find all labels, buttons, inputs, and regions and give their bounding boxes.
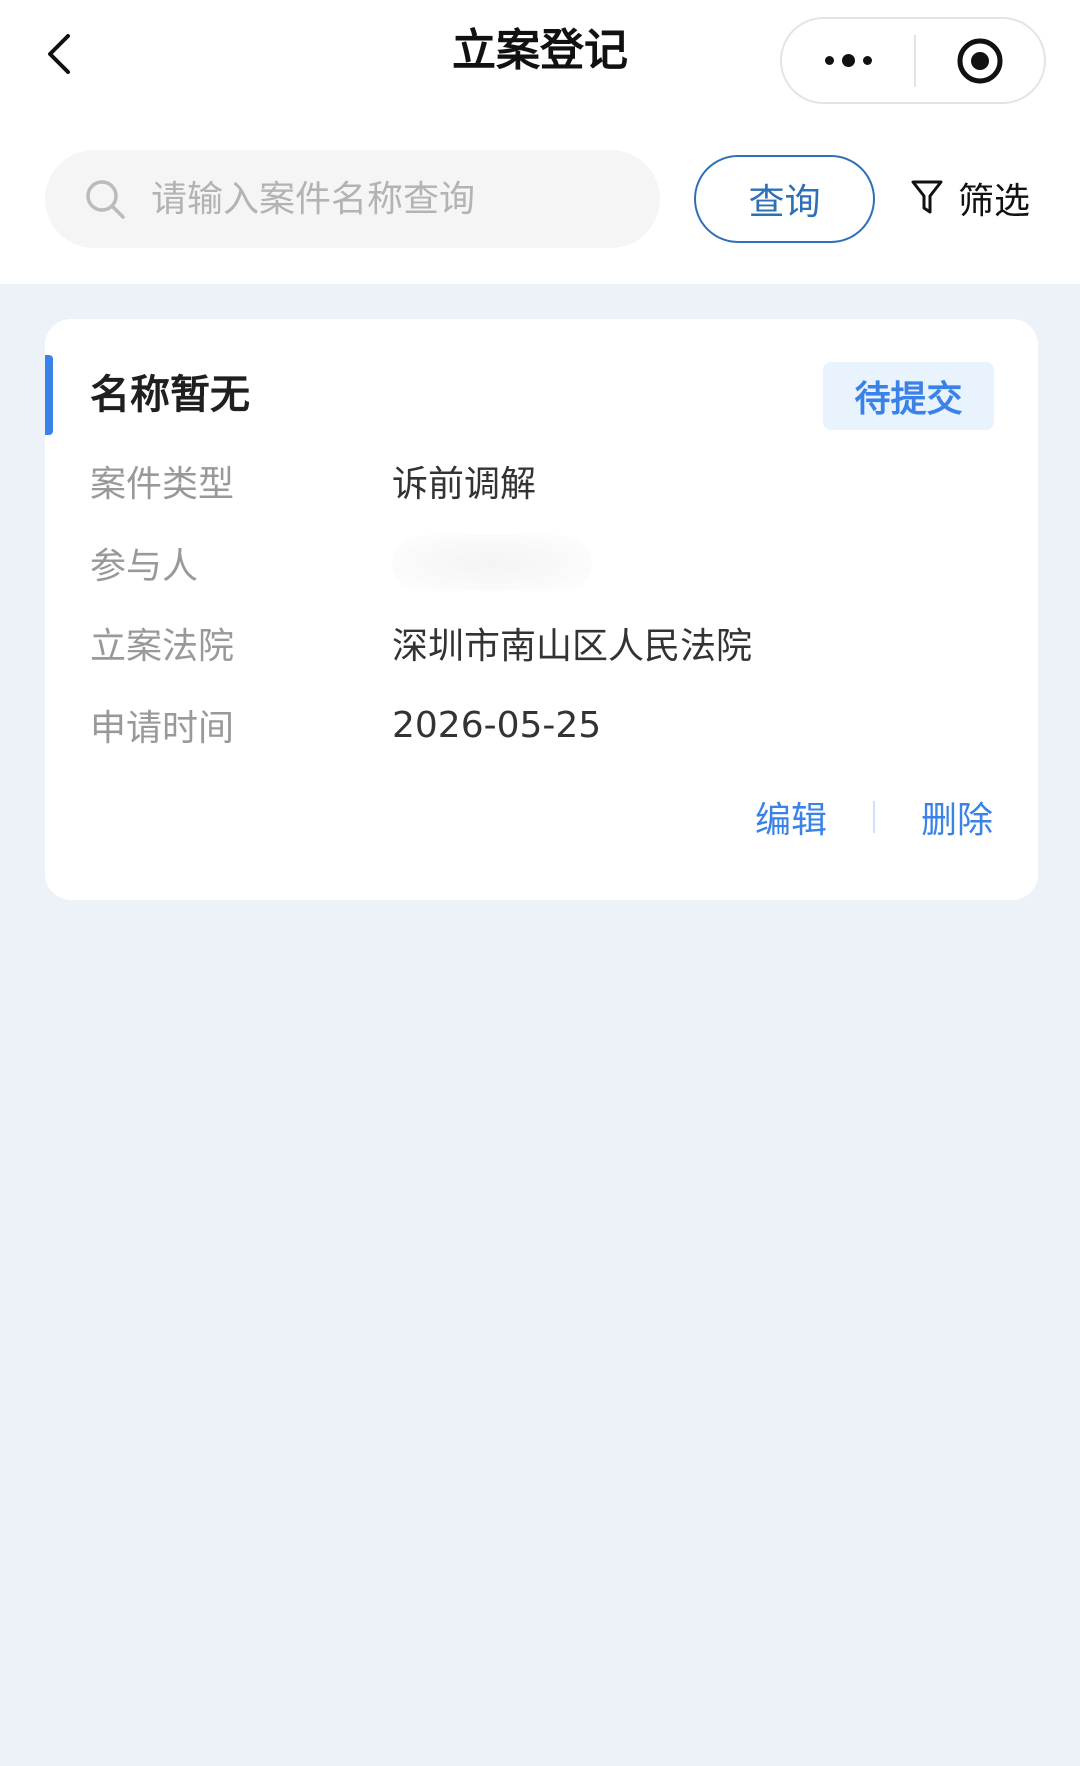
- delete-button[interactable]: 删除: [921, 791, 993, 843]
- more-button[interactable]: [782, 19, 914, 102]
- participant-value-redacted: [392, 535, 592, 591]
- participant-row: 参与人: [90, 535, 592, 591]
- participant-label: 参与人: [90, 546, 199, 587]
- action-divider: [872, 801, 875, 833]
- filter-label: 筛选: [958, 181, 1031, 222]
- court-label: 立案法院: [90, 626, 235, 667]
- case-type-row: 案件类型 诉前调解: [90, 455, 536, 507]
- apply-time-row: 申请时间 2026-05-25: [90, 699, 601, 751]
- apply-time-label: 申请时间: [90, 708, 235, 749]
- mini-program-capsule: [780, 17, 1046, 104]
- case-type-value: 诉前调解: [392, 464, 537, 505]
- funnel-icon: [911, 180, 943, 214]
- status-badge: 待提交: [823, 362, 994, 430]
- case-name: 名称暂无: [90, 372, 250, 418]
- edit-button[interactable]: 编辑: [755, 791, 827, 843]
- court-row: 立案法院 深圳市南山区人民法院: [90, 617, 752, 669]
- close-program-button[interactable]: [916, 19, 1044, 102]
- query-button[interactable]: 查询: [694, 155, 875, 243]
- more-dots-icon: [824, 56, 834, 65]
- court-value: 深圳市南山区人民法院: [392, 626, 753, 667]
- search-bar[interactable]: [45, 150, 660, 248]
- search-input[interactable]: [151, 178, 631, 220]
- search-icon: [86, 180, 125, 219]
- card-actions: 编辑 删除: [755, 789, 993, 845]
- case-type-label: 案件类型: [90, 464, 235, 505]
- top-bar: 立案登记 查询 筛选: [0, 0, 1080, 284]
- target-circle-icon: [957, 38, 1003, 83]
- card-accent-bar: [45, 355, 53, 435]
- filter-button[interactable]: 筛选: [910, 165, 1030, 231]
- case-card[interactable]: 名称暂无 待提交 案件类型 诉前调解 参与人 立案法院 深圳市南山区人民法院 申…: [45, 319, 1038, 900]
- apply-time-value: 2026-05-25: [392, 704, 602, 746]
